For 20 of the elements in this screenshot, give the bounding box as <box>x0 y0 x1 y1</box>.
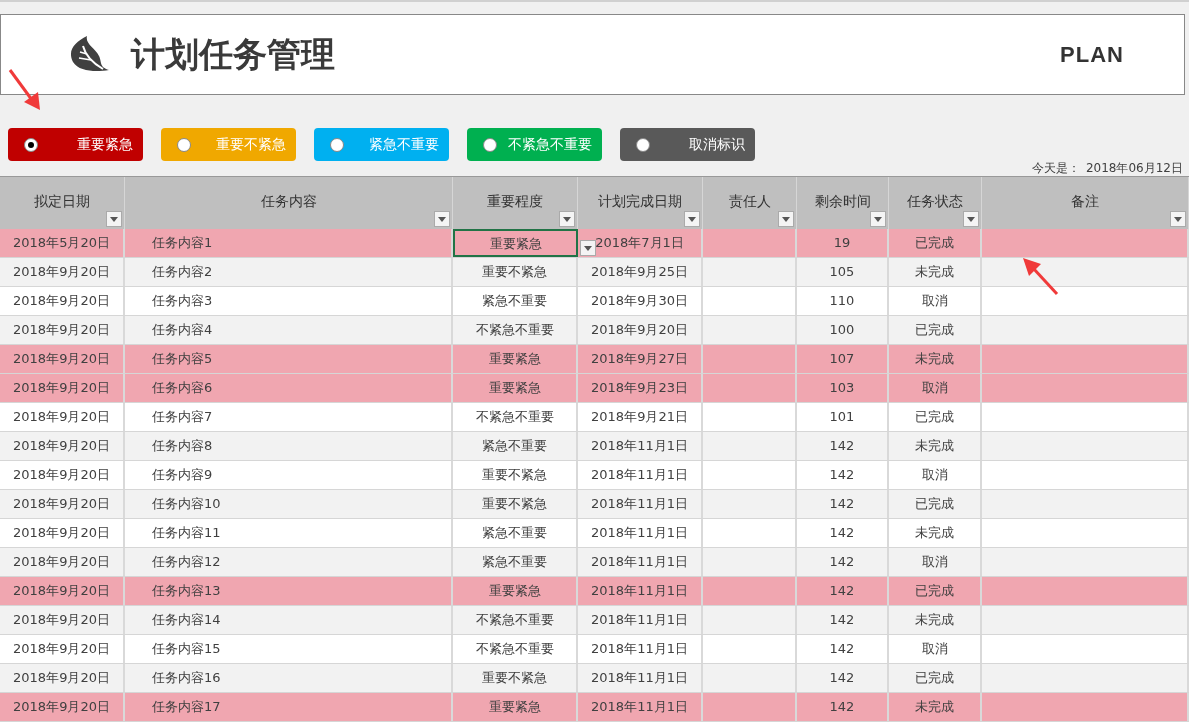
filter-dropdown-button[interactable] <box>684 211 700 227</box>
filter-dropdown-button[interactable] <box>434 211 450 227</box>
filter-button[interactable]: 重要紧急 <box>8 128 143 161</box>
pointer-arrow <box>8 68 42 112</box>
page-title: 计划任务管理 <box>131 32 335 76</box>
filter-dropdown-button[interactable] <box>1170 211 1186 227</box>
plan-logo-text: PLAN <box>1060 41 1124 68</box>
today-date: 2018年06月12日 <box>1085 161 1183 176</box>
column-header: 重要程度 <box>453 177 578 229</box>
filter-dropdown-button[interactable] <box>870 211 886 227</box>
filter-dropdown-button[interactable] <box>559 211 575 227</box>
pointer-arrow <box>1021 256 1059 296</box>
leaf-icon <box>69 35 111 74</box>
today-label: 今天是： <box>1031 161 1080 176</box>
table-cell[interactable]: 重要紧急 <box>453 229 578 257</box>
filter-dropdown-button[interactable] <box>778 211 794 227</box>
filter-dropdown-button[interactable] <box>963 211 979 227</box>
dropdown-button[interactable] <box>580 240 596 256</box>
filter-dropdown-button[interactable] <box>106 211 122 227</box>
filter-button[interactable]: 取消标识 <box>620 128 755 161</box>
